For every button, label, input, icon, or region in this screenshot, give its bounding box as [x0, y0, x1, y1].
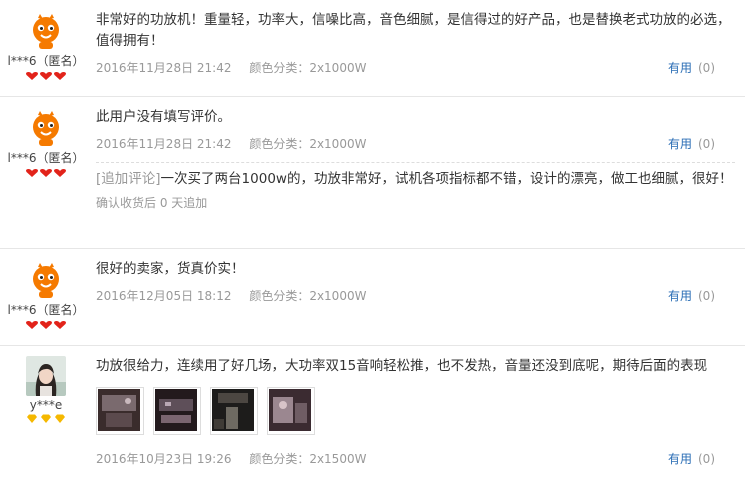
sku-info: 颜色分类：2x1000W: [249, 61, 367, 75]
review-photo-thumbnail[interactable]: [153, 387, 201, 435]
mascot-avatar-icon: [26, 107, 66, 147]
useful-vote[interactable]: 有用 (0): [668, 449, 715, 469]
review-text: 功放很给力，连续用了好几场，大功率双15音响轻松推，也不发热，音量还没到底呢，期…: [96, 358, 708, 374]
venue-photo-icon: [155, 389, 197, 431]
review-content: 非常好的功放机！重量轻，功率大，信噪比高，音色细腻，是信得过的好产品，也是替换老…: [96, 10, 735, 78]
mascot-avatar-icon: [26, 10, 66, 50]
review-photo-thumbnail[interactable]: [210, 387, 258, 435]
review-content: 功放很给力，连续用了好几场，大功率双15音响轻松推，也不发热，音量还没到底呢，期…: [96, 356, 735, 469]
reviewer-name[interactable]: y***e: [0, 398, 92, 412]
review-text: 非常好的功放机！重量轻，功率大，信噪比高，音色细腻，是信得过的好产品，也是替换老…: [96, 12, 731, 49]
useful-button[interactable]: 有用: [668, 289, 692, 303]
review-date: 2016年11月28日 21:42: [96, 61, 232, 75]
reviewer-info: y***e: [0, 356, 92, 424]
useful-vote[interactable]: 有用 (0): [668, 134, 715, 154]
sku-info: 颜色分类：2x1500W: [249, 452, 367, 466]
append-text-block: [追加评论]一次买了两台1000w的，功放非常好，试机各项指标都不错，设计的漂亮…: [96, 169, 735, 190]
sku-info: 颜色分类：2x1000W: [249, 137, 367, 151]
review-content: 此用户没有填写评价。 2016年11月28日 21:42 颜色分类：2x1000…: [96, 107, 735, 211]
append-review: [追加评论]一次买了两台1000w的，功放非常好，试机各项指标都不错，设计的漂亮…: [96, 162, 735, 211]
review-photo-thumbnail[interactable]: [96, 387, 144, 435]
heart-rank-icon: [26, 320, 66, 329]
useful-button[interactable]: 有用: [668, 452, 692, 466]
useful-button[interactable]: 有用: [668, 137, 692, 151]
review-content: 很好的卖家，货真价实！ 2016年12月05日 18:12 颜色分类：2x100…: [96, 259, 735, 306]
review-text: 很好的卖家，货真价实！: [96, 261, 245, 277]
heart-rank-icon: [26, 71, 66, 80]
heart-rank-icon: [26, 168, 66, 177]
avatar[interactable]: [26, 259, 66, 299]
review-meta: 2016年10月23日 19:26 颜色分类：2x1500W 有用 (0): [96, 449, 735, 469]
useful-vote[interactable]: 有用 (0): [668, 58, 715, 78]
avatar[interactable]: [26, 356, 66, 396]
review-date: 2016年12月05日 18:12: [96, 289, 232, 303]
buyer-rank: [0, 71, 92, 81]
review-item: l***6（匿名） 非常好的功放机！重量轻，功率大，信噪比高，音色细腻，是信得过…: [0, 0, 745, 97]
venue-photo-icon: [269, 389, 311, 431]
review-item: l***6（匿名） 很好的卖家，货真价实！ 2016年12月05日 18:12 …: [0, 249, 745, 346]
avatar[interactable]: [26, 107, 66, 147]
review-date: 2016年10月23日 19:26: [96, 452, 232, 466]
append-tag: [追加评论]: [96, 171, 161, 187]
buyer-rank: [0, 414, 92, 424]
useful-vote[interactable]: 有用 (0): [668, 286, 715, 306]
useful-count: (0): [698, 61, 715, 75]
useful-count: (0): [698, 289, 715, 303]
review-text: 此用户没有填写评价。: [96, 109, 231, 125]
user-photo-avatar-icon: [26, 356, 66, 396]
reviewer-info: l***6（匿名）: [0, 259, 92, 330]
review-meta: 2016年11月28日 21:42 颜色分类：2x1000W 有用 (0): [96, 58, 735, 78]
review-photos: [96, 387, 735, 435]
reviewer-name[interactable]: l***6（匿名）: [0, 149, 92, 166]
useful-count: (0): [698, 452, 715, 466]
review-item: l***6（匿名） 此用户没有填写评价。 2016年11月28日 21:42 颜…: [0, 97, 745, 249]
reviewer-name[interactable]: l***6（匿名）: [0, 301, 92, 318]
review-meta: 2016年11月28日 21:42 颜色分类：2x1000W 有用 (0): [96, 134, 735, 154]
venue-photo-icon: [98, 389, 140, 431]
append-text: 一次买了两台1000w的，功放非常好，试机各项指标都不错，设计的漂亮，做工也细腻…: [160, 171, 733, 187]
diamond-rank-icon: [27, 414, 65, 423]
mascot-avatar-icon: [26, 259, 66, 299]
venue-photo-icon: [212, 389, 254, 431]
reviewer-info: l***6（匿名）: [0, 10, 92, 81]
append-note: 确认收货后 0 天追加: [96, 196, 208, 210]
sku-info: 颜色分类：2x1000W: [249, 289, 367, 303]
review-photo-thumbnail[interactable]: [267, 387, 315, 435]
buyer-rank: [0, 320, 92, 330]
review-item: y***e 功放很给力，连续用了好几场，大功率双15音响轻松推，也不发热，音量还…: [0, 346, 745, 490]
buyer-rank: [0, 168, 92, 178]
useful-button[interactable]: 有用: [668, 61, 692, 75]
reviewer-name[interactable]: l***6（匿名）: [0, 52, 92, 69]
reviewer-info: l***6（匿名）: [0, 107, 92, 178]
avatar[interactable]: [26, 10, 66, 50]
review-date: 2016年11月28日 21:42: [96, 137, 232, 151]
useful-count: (0): [698, 137, 715, 151]
review-meta: 2016年12月05日 18:12 颜色分类：2x1000W 有用 (0): [96, 286, 735, 306]
